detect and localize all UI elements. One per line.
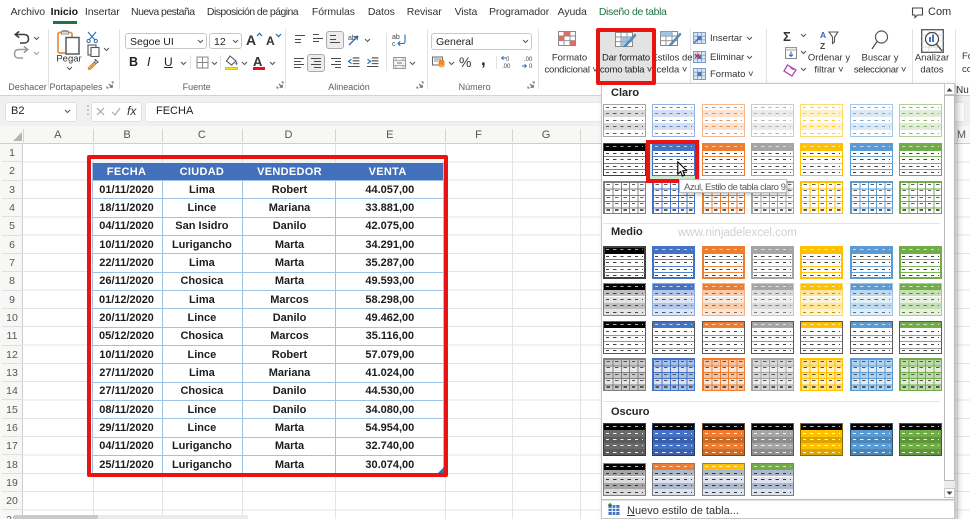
svg-text:A: A bbox=[820, 30, 826, 40]
svg-text:.00: .00 bbox=[524, 57, 533, 63]
svg-text:0: 0 bbox=[529, 64, 533, 69]
svg-text:ab: ab bbox=[348, 35, 356, 42]
svg-text:ab: ab bbox=[392, 34, 400, 41]
svg-text:.00: .00 bbox=[502, 64, 511, 69]
svg-text:0: 0 bbox=[506, 57, 510, 63]
svg-text:c: c bbox=[392, 41, 396, 46]
svg-text:Z: Z bbox=[820, 41, 825, 51]
